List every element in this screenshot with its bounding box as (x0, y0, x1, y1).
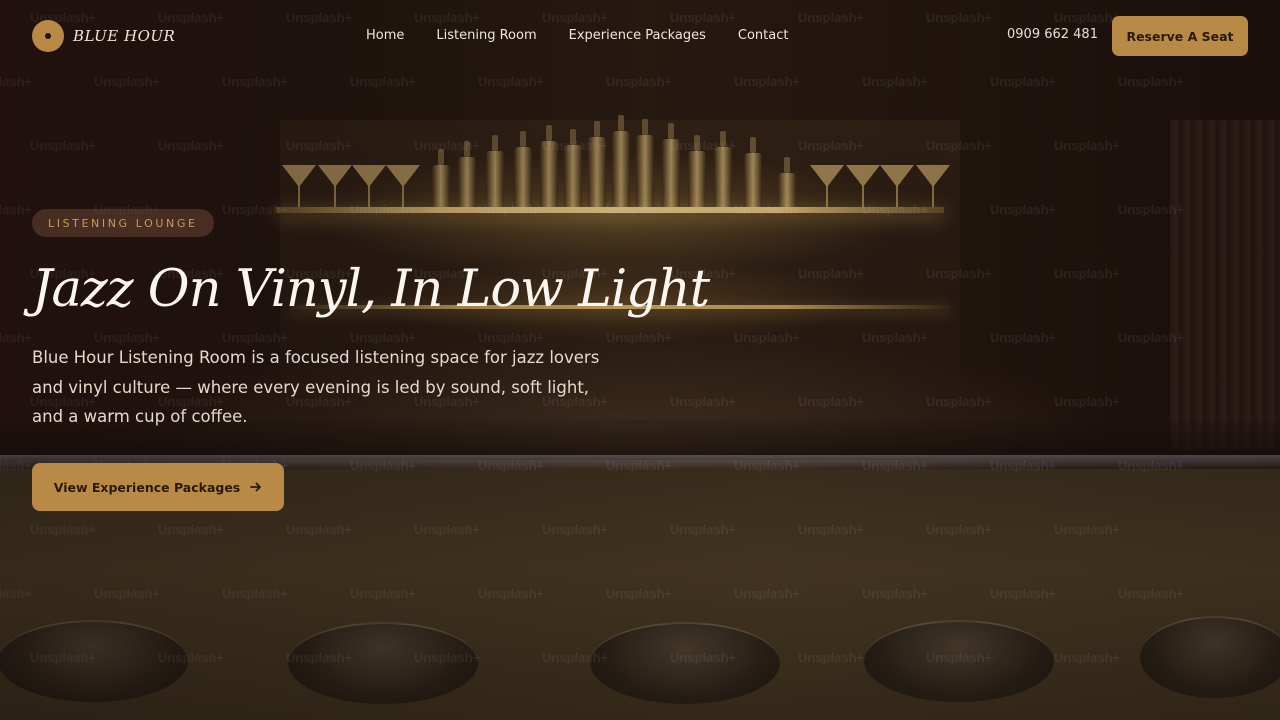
navbar: BLUE HOUR Home Listening Room Experience… (0, 0, 1280, 72)
nav-link-listening-room[interactable]: Listening Room (436, 28, 536, 43)
cta-label: View Experience Packages (53, 479, 241, 495)
logo-mark-icon (32, 20, 64, 52)
reserve-seat-button[interactable]: Reserve A Seat (1112, 16, 1248, 56)
nav-link-experience-packages[interactable]: Experience Packages (569, 28, 706, 43)
hero-title: Jazz On Vinyl, In Low Light (32, 260, 710, 319)
eyebrow-badge: LISTENING LOUNGE (32, 209, 214, 237)
hero-section: Unsplash+Unsplash+Unsplash+Unsplash+Unsp… (0, 0, 1280, 720)
view-experience-packages-button[interactable]: View Experience Packages (32, 463, 284, 511)
hero-subtitle: Blue Hour Listening Room is a focused li… (32, 348, 600, 426)
logo[interactable]: BLUE HOUR (32, 20, 175, 52)
nav-link-home[interactable]: Home (366, 28, 404, 43)
nav-link-contact[interactable]: Contact (738, 28, 789, 43)
logo-dot (45, 33, 51, 39)
phone-number[interactable]: 0909 662 481 (1007, 27, 1098, 42)
nav-links: Home Listening Room Experience Packages … (366, 28, 788, 43)
arrow-right-icon (250, 481, 262, 493)
brand-name: BLUE HOUR (73, 27, 176, 45)
